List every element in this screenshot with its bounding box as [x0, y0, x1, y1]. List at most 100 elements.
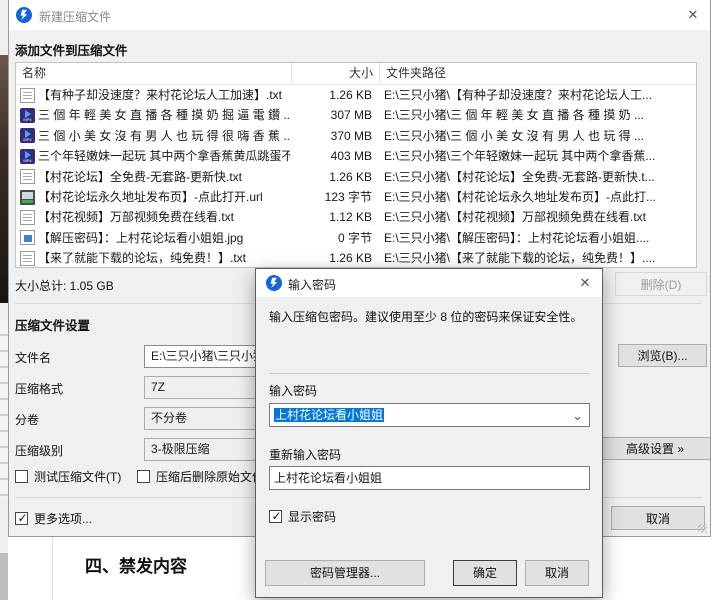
password-value-selected: 上村花论坛看小姐姐 [274, 408, 384, 422]
file-row[interactable]: 【村花论坛】全免费-无套路-更新快.txt1.26 KBE:\三只小猪\【村花论… [16, 167, 696, 187]
image-file-icon [20, 230, 35, 245]
close-icon[interactable]: ✕ [576, 274, 594, 292]
text-file-icon [20, 210, 35, 225]
total-size-label: 大小总计: 1.05 GB [15, 277, 114, 294]
video-file-icon [20, 149, 35, 164]
file-row[interactable]: 【村花视频】万部视频免费在线看.txt1.12 KBE:\三只小猪\【村花视频】… [16, 207, 696, 227]
password-dialog: 输入密码 ✕ 输入压缩包密码。建议使用至少 8 位的密码来保证安全性。 输入密码… [255, 268, 603, 598]
show-password-label: 显示密码 [288, 510, 336, 524]
file-list[interactable]: 名称 大小 文件夹路径 【有种子却没速度？来村花论坛人工加速】.txt1.26 … [15, 62, 697, 268]
resize-grip[interactable] [698, 524, 707, 533]
background-gray-block [0, 553, 8, 600]
file-size: 0 字节 [290, 228, 378, 248]
password-dialog-titlebar[interactable]: 输入密码 ✕ [256, 269, 602, 297]
password-hint-text: 输入压缩包密码。建议使用至少 8 位的密码来保证安全性。 [269, 309, 591, 326]
confirm-password-input[interactable]: 上村花论坛看小姐姐 [269, 466, 590, 490]
file-path: E:\三只小猪\三 個 年 輕 美 女 直 播 各 種 摸 奶 ... [378, 105, 696, 125]
text-file-icon [20, 88, 35, 103]
delete-after-label: 压缩后删除原始文件 [156, 470, 264, 484]
ok-button[interactable]: 确定 [453, 560, 517, 586]
background-section-heading: 四、禁发内容 [85, 552, 187, 577]
file-row[interactable]: 【有种子却没速度？来村花论坛人工加速】.txt1.26 KBE:\三只小猪\【有… [16, 85, 696, 105]
divider [269, 373, 589, 374]
volume-label: 分卷 [15, 411, 39, 428]
password-combobox[interactable]: 上村花论坛看小姐姐 ⌄ [269, 403, 590, 427]
file-row[interactable]: 三个年轻嫩妹一起玩 其中两个拿香蕉黄瓜跳蛋不...403 MBE:\三只小猪\三… [16, 146, 696, 166]
file-row[interactable]: 三 個 小 美 女 沒 有 男 人 也 玩 得 很 嗨 香 蕉 ...370 M… [16, 126, 696, 146]
password-dialog-title: 输入密码 [288, 276, 336, 293]
level-label: 压缩级别 [15, 442, 63, 459]
column-header-path[interactable]: 文件夹路径 [379, 63, 696, 84]
new-archive-titlebar[interactable]: 新建压缩文件 ✕ [9, 0, 710, 30]
file-name: 【来了就能下载的论坛，纯免费！】.txt [35, 248, 290, 268]
video-file-icon [20, 128, 35, 143]
column-header-name[interactable]: 名称 [16, 63, 291, 84]
url-file-icon [20, 190, 35, 205]
file-size: 370 MB [290, 126, 378, 146]
file-row[interactable]: 【来了就能下载的论坛，纯免费！】.txt1.26 KBE:\三只小猪\【来了就能… [16, 248, 696, 268]
advanced-settings-button[interactable]: 高级设置 » [599, 437, 711, 460]
add-files-heading: 添加文件到压缩文件 [15, 40, 128, 59]
file-size: 307 MB [290, 105, 378, 125]
test-archive-checkbox[interactable] [15, 470, 28, 483]
file-path: E:\三只小猪\【解压密码】：上村花论坛看小姐姐.... [378, 228, 696, 248]
background-text-fragment [0, 320, 8, 500]
password-cancel-button[interactable]: 取消 [525, 560, 589, 586]
column-header-size[interactable]: 大小 [291, 63, 379, 84]
file-path: E:\三只小猪\【村花视频】万部视频免费在线看.txt [378, 207, 696, 227]
delete-after-checkbox-row[interactable]: 压缩后删除原始文件 [137, 468, 264, 485]
file-size: 1.12 KB [290, 207, 378, 227]
file-name: 【有种子却没速度？来村花论坛人工加速】.txt [35, 85, 290, 105]
close-icon[interactable]: ✕ [684, 6, 702, 24]
more-options-checkbox[interactable] [15, 512, 28, 525]
file-row[interactable]: 【村花论坛永久地址发布页】-点此打开.url123 字节E:\三只小猪\【村花论… [16, 187, 696, 207]
file-path: E:\三只小猪\【有种子却没速度？来村花论坛人工... [378, 85, 696, 105]
background-page-divider [52, 537, 53, 600]
test-archive-checkbox-row[interactable]: 测试压缩文件(T) [15, 468, 121, 485]
file-size: 1.26 KB [290, 167, 378, 187]
file-path: E:\三只小猪\【村花论坛永久地址发布页】-点此打... [378, 187, 696, 207]
file-size: 1.26 KB [290, 85, 378, 105]
more-options-label: 更多选项... [34, 512, 92, 526]
file-name: 三个年轻嫩妹一起玩 其中两个拿香蕉黄瓜跳蛋不... [35, 146, 290, 166]
delete-after-checkbox[interactable] [137, 470, 150, 483]
text-file-icon [20, 169, 35, 184]
screen: 四、禁发内容 新建压缩文件 ✕ 添加文件到压缩文件 名称 大小 文件夹路径 【有… [0, 0, 711, 600]
delete-button[interactable]: 删除(D) [615, 272, 707, 296]
file-list-header[interactable]: 名称 大小 文件夹路径 [16, 63, 696, 85]
password-label: 输入密码 [269, 382, 317, 399]
file-row[interactable]: 三 個 年 輕 美 女 直 播 各 種 摸 奶 掘 逼 電 鑽 ...307 M… [16, 105, 696, 125]
file-name: 【解压密码】：上村花论坛看小姐姐.jpg [35, 228, 290, 248]
video-file-icon [20, 108, 35, 123]
show-password-checkbox-row[interactable]: 显示密码 [269, 508, 336, 525]
file-path: E:\三只小猪\【来了就能下载的论坛，纯免费！】.... [378, 248, 696, 268]
main-cancel-button[interactable]: 取消 [611, 506, 705, 530]
file-name: 【村花论坛】全免费-无套路-更新快.txt [35, 167, 290, 187]
file-path: E:\三只小猪\三个年轻嫩妹一起玩 其中两个拿香蕉... [378, 146, 696, 166]
file-size: 403 MB [290, 146, 378, 166]
confirm-password-label: 重新输入密码 [269, 446, 341, 463]
bandizip-icon [266, 275, 282, 291]
file-path: E:\三只小猪\三 個 小 美 女 沒 有 男 人 也 玩 得 ... [378, 126, 696, 146]
file-name: 【村花视频】万部视频免费在线看.txt [35, 207, 290, 227]
file-list-body: 【有种子却没速度？来村花论坛人工加速】.txt1.26 KBE:\三只小猪\【有… [16, 85, 696, 268]
file-name: 三 個 年 輕 美 女 直 播 各 種 摸 奶 掘 逼 電 鑽 ... [35, 105, 290, 125]
file-size: 123 字节 [290, 187, 378, 207]
filename-label: 文件名 [15, 349, 51, 366]
show-password-checkbox[interactable] [269, 510, 282, 523]
background-photo-fragment [0, 55, 8, 303]
browse-button[interactable]: 浏览(B)... [618, 344, 707, 367]
file-size: 1.26 KB [290, 248, 378, 268]
chevron-down-icon[interactable]: ⌄ [572, 405, 583, 427]
file-name: 三 個 小 美 女 沒 有 男 人 也 玩 得 很 嗨 香 蕉 ... [35, 126, 290, 146]
file-name: 【村花论坛永久地址发布页】-点此打开.url [35, 187, 290, 207]
password-manager-button[interactable]: 密码管理器... [265, 560, 425, 586]
window-title: 新建压缩文件 [39, 8, 111, 25]
bandizip-icon [16, 7, 32, 23]
text-file-icon [20, 251, 35, 266]
file-row[interactable]: 【解压密码】：上村花论坛看小姐姐.jpg0 字节E:\三只小猪\【解压密码】：上… [16, 228, 696, 248]
test-archive-label: 测试压缩文件(T) [34, 470, 121, 484]
archive-settings-heading: 压缩文件设置 [15, 315, 90, 334]
more-options-checkbox-row[interactable]: 更多选项... [15, 510, 92, 527]
file-path: E:\三只小猪\【村花论坛】全免费-无套路-更新快.t... [378, 167, 696, 187]
